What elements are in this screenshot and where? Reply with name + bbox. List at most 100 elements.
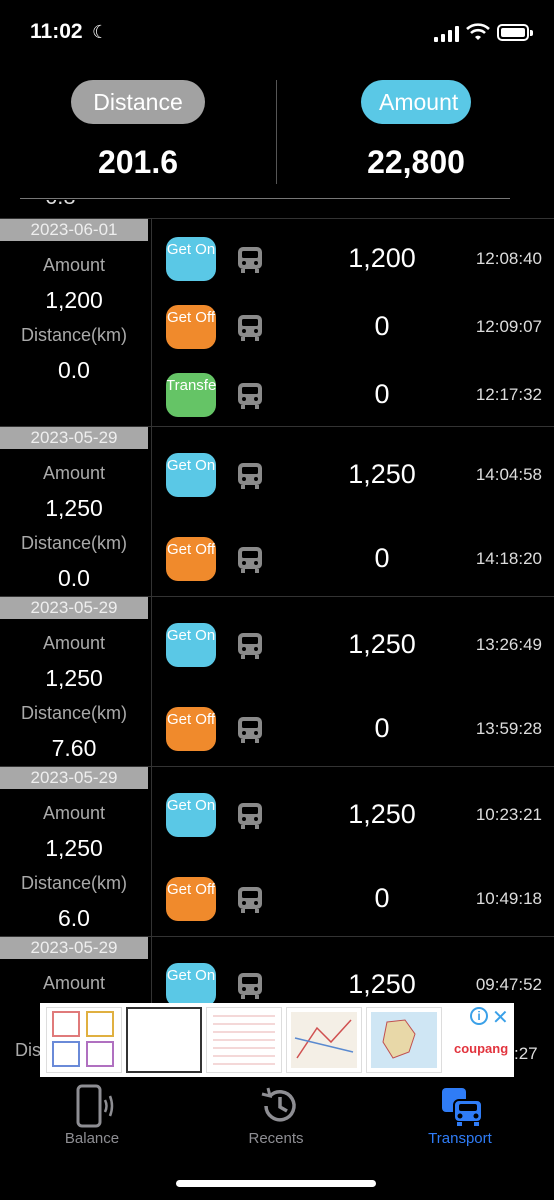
- partial-distance-value: 6.8: [45, 200, 76, 210]
- summary-bottom-line: [20, 198, 510, 199]
- partial-distance-label: Dis: [15, 1040, 41, 1060]
- distance-pill[interactable]: Distance: [71, 80, 205, 124]
- row-amount: 1,250: [348, 799, 416, 829]
- row-amount: 1,250: [348, 459, 416, 489]
- wifi-icon: [466, 23, 490, 40]
- row-amount: 0: [374, 883, 390, 913]
- ad-product-image[interactable]: [126, 1007, 202, 1073]
- bus-icon: [236, 545, 264, 575]
- tab-balance[interactable]: Balance: [0, 1078, 184, 1158]
- status-bar: 11:02 ☾: [0, 0, 554, 64]
- status-badge: Transfer: [166, 373, 216, 417]
- group-amount-label: Amount: [42, 803, 106, 823]
- cellular-signal-icon: [434, 26, 459, 42]
- ad-info-icon[interactable]: i: [470, 1007, 488, 1025]
- ad-product-image[interactable]: [366, 1007, 442, 1073]
- transaction-row[interactable]: Get On 1,200 12:08:40: [152, 227, 554, 295]
- group-amount-value: 1,250: [45, 495, 103, 521]
- status-badge: Get On: [166, 623, 216, 667]
- group-distance-label: Distance(km): [20, 325, 127, 345]
- tab-transport[interactable]: Transport: [368, 1078, 552, 1158]
- transaction-row[interactable]: Get Off 0 14:18:20: [152, 527, 554, 595]
- group-amount-label: Amount: [42, 463, 106, 483]
- status-badge: Get Off: [166, 305, 216, 349]
- row-amount: 0: [374, 713, 390, 743]
- row-amount: 0: [374, 311, 390, 341]
- amount-pill[interactable]: Amount: [361, 80, 471, 124]
- group-date: 2023-05-29: [0, 427, 148, 449]
- tab-transport-label: Transport: [428, 1130, 492, 1147]
- transaction-row[interactable]: Get Off 0 10:49:18: [152, 867, 554, 935]
- group-distance-value: 0.0: [58, 565, 90, 591]
- group-amount-label: Amount: [42, 255, 106, 275]
- transaction-row[interactable]: Get On 1,250 14:04:58: [152, 443, 554, 511]
- row-amount: 0: [374, 543, 390, 573]
- transaction-list[interactable]: 6.8 2023-06-01 Amount 1,200 Distance(km) 0.0…: [0, 200, 554, 1070]
- partial-time: :27: [514, 1044, 538, 1063]
- status-badge: Get On: [166, 453, 216, 497]
- group-amount-label: Amount: [42, 633, 106, 653]
- group-amount-label: Amount: [42, 973, 106, 993]
- transaction-row[interactable]: Get On 1,250 13:26:49: [152, 613, 554, 681]
- phone-vibrate-icon: [76, 1084, 114, 1128]
- group-date: 2023-05-29: [0, 937, 148, 959]
- row-amount: 1,250: [348, 629, 416, 659]
- ad-brand-logo: coupang: [454, 1041, 509, 1056]
- bus-icon: [236, 313, 264, 343]
- tab-recents-label: Recents: [248, 1130, 304, 1147]
- date-group: 2023-06-01 Amount 1,200 Distance(km) 0.0 Get …: [0, 218, 554, 426]
- row-amount: 1,200: [348, 243, 416, 273]
- date-group: 2023-05-29 Amount 1,250 Distance(km) 6.0 Get …: [0, 766, 554, 936]
- bus-icon: [236, 801, 264, 831]
- transaction-row[interactable]: Get Off 0 13:59:28: [152, 697, 554, 765]
- home-indicator: [176, 1180, 376, 1187]
- row-time: 09:47:52: [475, 975, 542, 994]
- row-time: 13:59:28: [475, 719, 542, 738]
- ad-product-image[interactable]: [46, 1007, 122, 1073]
- bus-icon: [236, 245, 264, 275]
- bus-icon: [236, 631, 264, 661]
- summary-header: Distance 201.6 Amount 22,800: [0, 72, 554, 200]
- group-distance-value: 6.0: [58, 905, 90, 931]
- bus-icon: [236, 381, 264, 411]
- group-distance-label: Distance(km): [20, 873, 127, 893]
- group-date: 2023-05-29: [0, 597, 148, 619]
- status-time: 11:02: [30, 20, 83, 43]
- ad-banner[interactable]: i ✕ coupang: [40, 1003, 514, 1077]
- transaction-row[interactable]: Get Off 0 12:09:07: [152, 295, 554, 363]
- row-time: 14:18:20: [475, 549, 542, 568]
- row-time: 12:17:32: [475, 385, 542, 404]
- group-amount-value: 1,200: [45, 287, 103, 313]
- bus-icon: [236, 971, 264, 1001]
- status-badge: Get On: [166, 793, 216, 837]
- transaction-row[interactable]: Get On 1,250 10:23:21: [152, 783, 554, 851]
- group-date: 2023-05-29: [0, 767, 148, 789]
- group-amount-value: 1,250: [45, 665, 103, 691]
- history-icon: [261, 1087, 296, 1122]
- row-time: 10:49:18: [475, 889, 542, 908]
- tab-recents[interactable]: Recents: [184, 1078, 368, 1158]
- group-distance-value: 0.0: [58, 357, 90, 383]
- group-distance-label: Distance(km): [20, 703, 127, 723]
- group-distance-label: Distance(km): [20, 533, 127, 553]
- bus-icon: [236, 885, 264, 915]
- group-distance-value: 7.60: [51, 735, 97, 761]
- row-time: 13:26:49: [475, 635, 542, 654]
- ad-product-image[interactable]: [206, 1007, 282, 1073]
- status-badge: Get Off: [166, 707, 216, 751]
- group-date: 2023-06-01: [0, 219, 148, 241]
- row-time: 14:04:58: [475, 465, 542, 484]
- vehicles-icon: [442, 1088, 483, 1126]
- transaction-row[interactable]: Transfer 0 12:17:32: [152, 363, 554, 431]
- status-badge: Get Off: [166, 877, 216, 921]
- ad-close-icon[interactable]: ✕: [492, 1005, 509, 1030]
- row-time: 12:09:07: [475, 317, 542, 336]
- ad-product-image[interactable]: [286, 1007, 362, 1073]
- date-group: 2023-05-29 Amount 1,250 Distance(km) 7.60 Get…: [0, 596, 554, 766]
- summary-divider: [276, 80, 277, 184]
- status-badge: Get On: [166, 963, 216, 1007]
- amount-summary: Amount 22,800: [278, 80, 554, 190]
- row-time: 12:08:40: [475, 249, 542, 268]
- distance-total: 201.6: [97, 144, 179, 180]
- bus-icon: [236, 715, 264, 745]
